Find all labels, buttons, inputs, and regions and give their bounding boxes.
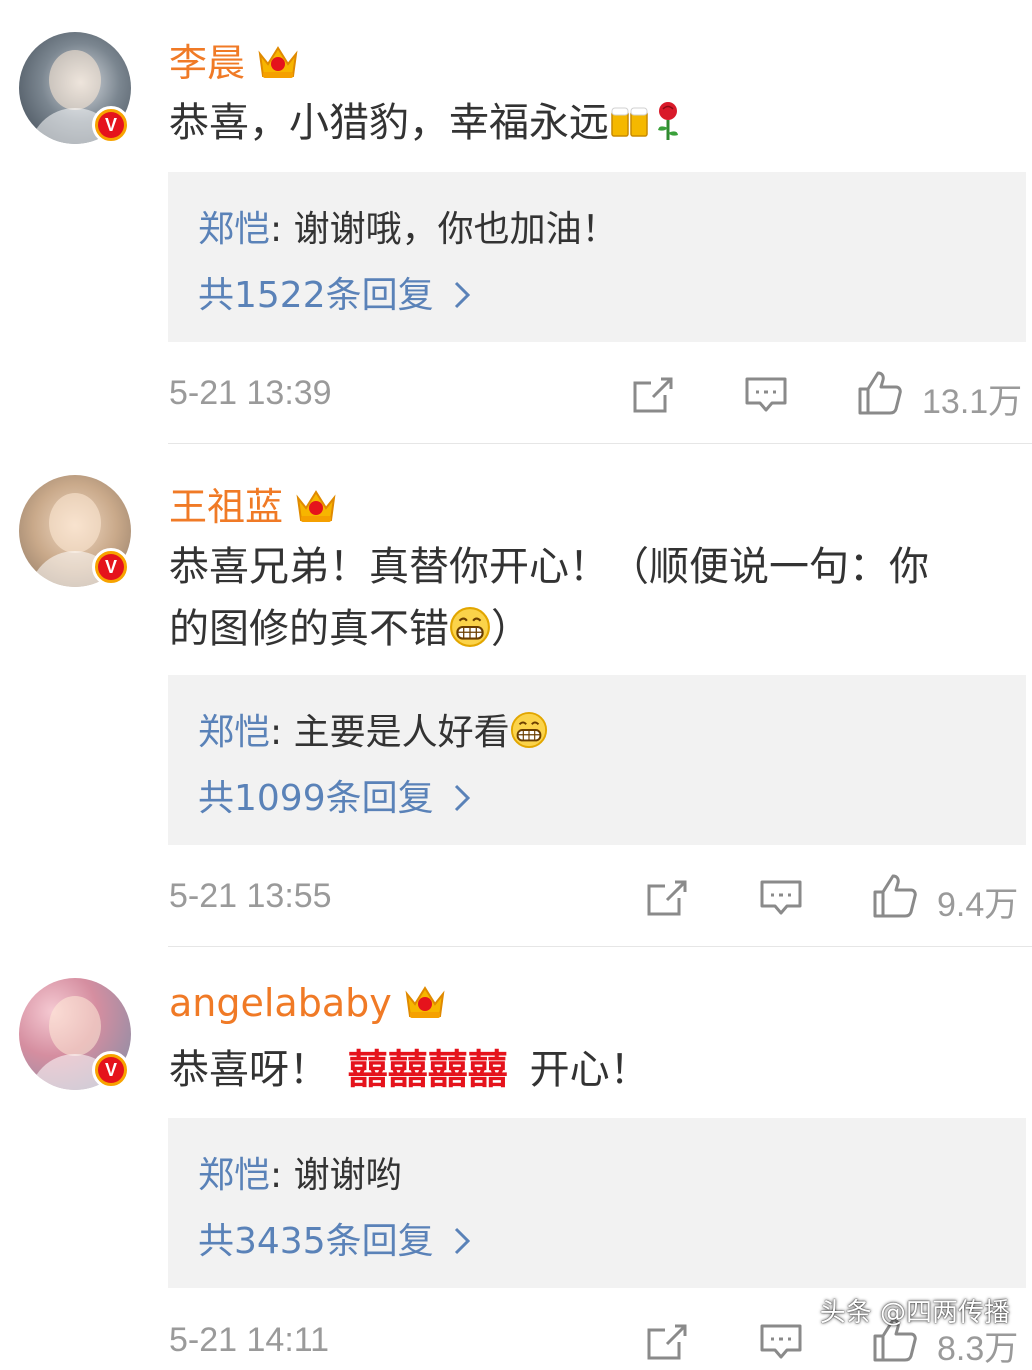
grin-emoji [510,711,548,749]
reply-preview: 郑恺: 谢谢哦，你也加油！ [198,209,618,250]
reply-author[interactable]: 郑恺 [198,1155,270,1196]
comment-text: 恭喜呀！ 囍囍囍囍 开心！ [169,1047,650,1093]
chevron-right-icon [454,784,470,812]
crown-icon [257,42,299,82]
chevron-right-icon [454,1227,470,1255]
reply-author[interactable]: 郑恺 [198,209,270,250]
comment-item: V 王祖蓝 恭喜兄弟！真替你开心！（顺便说一句：你 的图修的真不错） 郑恺: 主… [0,444,1032,947]
reply-box[interactable]: 郑恺: 谢谢哟 共3435条回复 [168,1118,1026,1288]
reply-text: 谢谢哟 [293,1155,402,1196]
verified-v-icon: V [92,106,130,144]
comment-text: 恭喜，小猎豹，幸福永远 [169,92,1029,154]
comment-item: V 李晨 恭喜，小猎豹，幸福永远 郑恺: 谢谢哦，你也加油！ 共1522条回复 … [0,0,1032,444]
comment-item: V angelababy 恭喜呀！ 囍囍囍囍 开心！ 郑恺: 谢谢哟 共3435… [0,947,1032,1368]
rose-emoji [658,102,678,140]
comment-time: 5-21 14:11 [169,1321,330,1359]
like-icon[interactable] [856,369,904,417]
reply-text: 谢谢哦，你也加油！ [293,209,618,250]
crown-icon [295,486,337,526]
comment-icon[interactable] [759,1322,803,1362]
repost-icon[interactable] [631,375,675,415]
reply-box[interactable]: 郑恺: 主要是人好看 共1099条回复 [168,675,1026,845]
repost-icon[interactable] [645,1322,689,1362]
comment-icon[interactable] [744,375,788,415]
repost-icon[interactable] [645,878,689,918]
reply-author[interactable]: 郑恺 [198,712,270,753]
like-count[interactable]: 13.1万 [922,374,1022,423]
reply-text: 主要是人好看 [293,712,510,753]
watermark: 头条 @四两传播 [819,1298,1010,1328]
reply-preview: 郑恺: 谢谢哟 [198,1155,402,1196]
comment-time: 5-21 13:55 [169,877,332,915]
verified-v-icon: V [92,548,130,586]
view-replies-link[interactable]: 共3435条回复 [198,1212,470,1264]
chevron-right-icon [454,281,470,309]
username[interactable]: 王祖蓝 [169,476,337,531]
verified-v-icon: V [92,1051,130,1089]
username[interactable]: angelababy [169,981,446,1026]
view-replies-link[interactable]: 共1522条回复 [198,266,470,318]
comment-icon[interactable] [759,878,803,918]
grin-emoji [449,606,491,648]
reply-preview: 郑恺: 主要是人好看 [198,703,548,755]
beer-emoji [611,107,648,137]
crown-icon [404,982,446,1022]
reply-box[interactable]: 郑恺: 谢谢哦，你也加油！ 共1522条回复 [168,172,1026,342]
like-icon[interactable] [871,872,919,920]
username[interactable]: 李晨 [169,32,299,87]
double-happiness-emoji: 囍囍囍囍 [347,1047,508,1093]
view-replies-link[interactable]: 共1099条回复 [198,769,470,821]
comment-time: 5-21 13:39 [169,374,332,412]
like-count[interactable]: 9.4万 [937,877,1018,926]
comment-text: 恭喜兄弟！真替你开心！（顺便说一句：你 的图修的真不错） [169,544,929,652]
